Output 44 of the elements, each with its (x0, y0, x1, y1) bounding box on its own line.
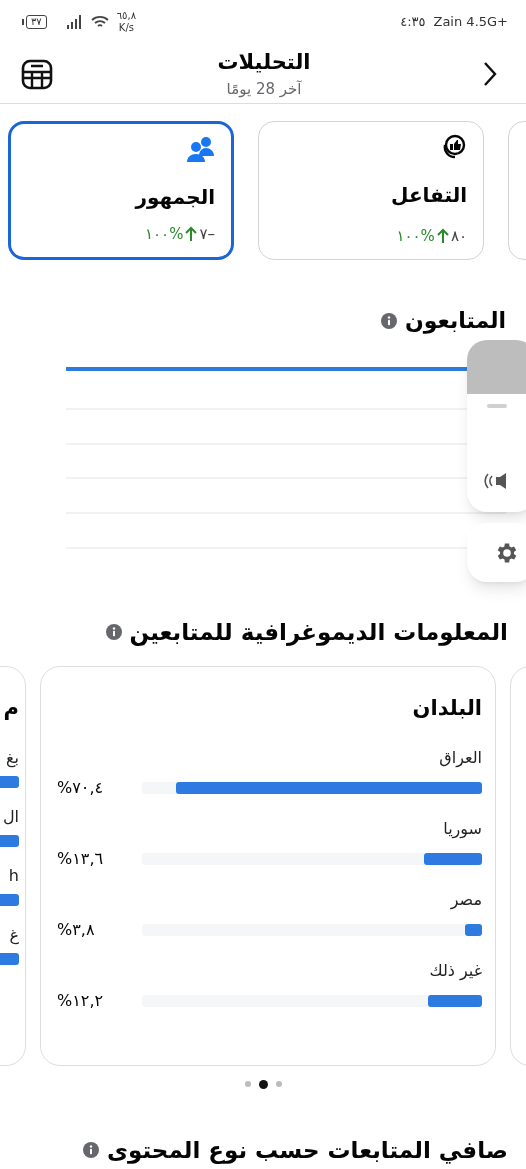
card-title: البلدان (411, 694, 482, 722)
row-label: h (7, 865, 19, 887)
country-percent: %١٢,٢ (57, 990, 104, 1012)
clock: ٤:٣٥ (400, 13, 426, 32)
country-percent: %١٣,٦ (57, 848, 104, 870)
battery-level: ٣٧ (26, 15, 47, 29)
chevron-icon (483, 60, 497, 87)
metric-card[interactable]: الجمهور ١٠٠% ٧– (8, 121, 234, 260)
section-title: المتابعون (404, 307, 506, 336)
info-icon[interactable] (105, 624, 122, 641)
metric-title: الجمهور (135, 184, 215, 211)
date-range: آخر 28 يومًا (226, 79, 302, 100)
metric-change: ١٠٠% (145, 223, 184, 245)
country-name: سوريا (442, 818, 482, 841)
metric-change: ١٠٠% (396, 225, 435, 247)
network-speed: ٦٥,٨ (116, 10, 137, 22)
wifi-icon (90, 15, 109, 29)
arrow-up-icon (185, 225, 198, 242)
signal-icon (66, 15, 83, 29)
metric-value: ٧– (199, 223, 215, 245)
settings-button[interactable] (467, 523, 526, 582)
country-percent: %٧٠,٤ (57, 777, 104, 799)
metric-title: التفاعل (391, 182, 467, 209)
info-icon[interactable] (82, 1141, 99, 1158)
row-label: ال (1, 806, 19, 828)
carrier-name: Zain 4.5G+ (433, 13, 508, 32)
section-title: صافي المتابعات حسب نوع المحتوى (106, 1135, 508, 1166)
section-title: المعلومات الديموغرافية للمتابعين (129, 618, 508, 648)
country-name: غير ذلك (428, 960, 482, 982)
calendar-grid-icon (21, 57, 53, 90)
info-icon[interactable] (380, 312, 397, 329)
volume-slider-fill[interactable] (467, 340, 526, 394)
country-percent: %٣,٨ (57, 919, 95, 941)
row-label: بغ (5, 747, 19, 770)
card-title: م (2, 694, 19, 722)
metric-card[interactable]: التفاعل ١٠٠% ٨٠ (258, 121, 484, 260)
people-icon (187, 136, 215, 162)
speed-unit: K/s (118, 22, 134, 34)
metric-value: ٨٠ (450, 225, 467, 247)
row-label: غ (8, 924, 19, 947)
country-name: العراق (438, 747, 482, 770)
country-name: مصر (449, 889, 482, 912)
arrow-up-icon (436, 227, 449, 244)
page-title: التحليلات (217, 48, 311, 76)
